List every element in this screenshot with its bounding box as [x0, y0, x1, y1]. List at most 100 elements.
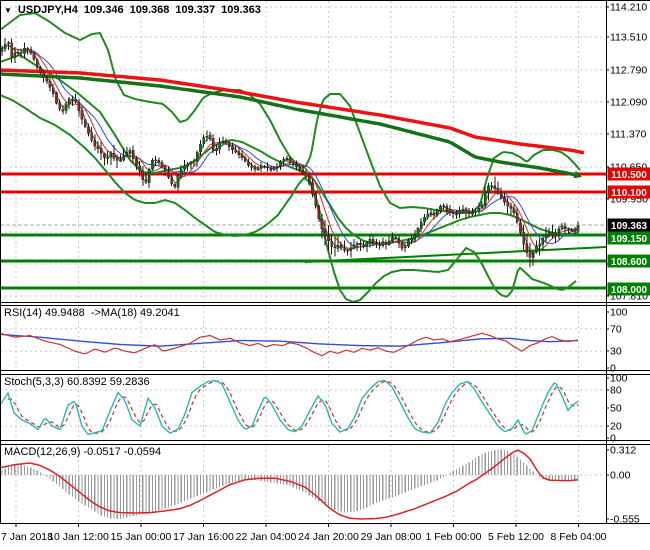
bull-candle [189, 161, 193, 165]
bear-candle [247, 161, 250, 166]
bull-candle [0, 47, 4, 52]
time-tick-label: 1 Feb 00:00 [425, 531, 481, 543]
bear-candle [227, 142, 231, 148]
bear-candle [509, 206, 513, 209]
bear-candle [48, 81, 52, 88]
bear-candle [551, 232, 554, 236]
bull-candle [128, 150, 132, 153]
bull-candle [279, 160, 282, 167]
bull-candle [215, 148, 218, 151]
bear-candle [45, 77, 49, 82]
time-tick-label: 17 Jan 16:00 [173, 531, 234, 543]
price-tick-label: 112.090 [610, 97, 647, 109]
bear-candle [343, 248, 346, 251]
bear-candle [266, 166, 269, 168]
bear-candle [339, 244, 343, 249]
bear-candle [144, 178, 148, 183]
bull-candle [199, 143, 202, 153]
bear-candle [35, 59, 39, 68]
price-badge-label: 108.000 [611, 285, 648, 296]
bear-candle [103, 153, 106, 159]
bear-candle [359, 243, 362, 245]
bull-candle [458, 209, 461, 214]
bull-candle [365, 241, 369, 247]
bear-candle [525, 243, 529, 253]
bull-candle [416, 228, 420, 236]
bull-candle [122, 155, 125, 161]
bear-candle [448, 209, 452, 213]
bull-candle [106, 157, 109, 159]
bear-candle [307, 176, 311, 184]
bull-candle [531, 252, 535, 259]
bear-candle [163, 166, 167, 172]
bear-candle [375, 242, 378, 245]
bull-candle [7, 42, 10, 44]
bull-candle [547, 231, 551, 236]
stoch-tick-label: 20 [610, 421, 622, 433]
price-badge-label: 109.150 [611, 234, 648, 245]
bull-candle [272, 167, 276, 170]
stoch-tick-label: 50 [610, 403, 622, 415]
bear-candle [211, 138, 215, 151]
bear-candle [26, 48, 29, 50]
bear-candle [80, 110, 84, 120]
rsi-indicator-label: RSI(14) 49.9488 ->MA(18) 49.2041 [4, 307, 180, 319]
bear-candle [42, 71, 45, 78]
bull-candle [487, 185, 490, 194]
bear-candle [237, 151, 241, 155]
bear-candle [173, 184, 177, 187]
bull-candle [480, 205, 484, 208]
bear-candle [167, 171, 170, 178]
time-tick-label: 5 Feb 12:00 [488, 531, 544, 543]
stoch-tick-label: 0 [610, 433, 616, 445]
bull-candle [554, 232, 557, 236]
symbol-dropdown-icon[interactable]: ▼ [4, 6, 12, 15]
bull-candle [109, 152, 113, 158]
bear-candle [499, 193, 503, 199]
bear-candle [362, 244, 365, 247]
bear-candle [93, 139, 97, 147]
bear-candle [138, 165, 141, 172]
bear-candle [112, 152, 116, 159]
bull-candle [391, 236, 394, 241]
bull-candle [423, 216, 426, 223]
ohlc-high: 109.368 [129, 4, 170, 16]
bear-candle [71, 99, 74, 101]
time-tick-label: 7 Jan 2018 [1, 531, 53, 543]
macd-indicator-label: MACD(12,26,9) -0.0517 -0.0594 [4, 446, 162, 458]
ohlc-open: 109.346 [83, 4, 124, 16]
bull-candle [151, 159, 154, 170]
price-badge-label: 110.500 [611, 170, 647, 181]
bear-candle [432, 212, 436, 216]
bear-candle [522, 232, 525, 245]
bear-candle [333, 246, 337, 249]
bull-candle [147, 169, 151, 183]
bull-candle [461, 209, 465, 211]
bull-candle [23, 47, 26, 54]
bull-candle [282, 159, 285, 162]
bear-candle [61, 109, 65, 112]
bull-candle [544, 235, 548, 239]
bear-candle [231, 146, 234, 150]
bear-candle [224, 140, 228, 143]
bull-candle [557, 228, 561, 233]
bear-candle [304, 172, 308, 178]
rsi-tick-label: 70 [610, 324, 622, 336]
bear-candle [464, 208, 468, 214]
bear-candle [519, 222, 522, 234]
bear-candle [384, 241, 388, 245]
bear-candle [39, 67, 42, 73]
bull-candle [419, 221, 423, 229]
bull-candle [352, 244, 356, 249]
time-tick-label: 8 Feb 04:00 [550, 531, 606, 543]
price-tick-label: 112.790 [610, 65, 647, 77]
bear-candle [253, 166, 257, 170]
chart-canvas[interactable]: 114.210113.510112.790112.090111.370110.6… [0, 0, 650, 550]
bear-candle [397, 238, 401, 244]
chart-background [0, 0, 650, 550]
bear-candle [135, 158, 138, 166]
bear-candle [528, 252, 532, 258]
macd-tick-label: -0.555 [610, 514, 640, 526]
bull-candle [471, 212, 474, 215]
bull-candle [349, 247, 353, 251]
